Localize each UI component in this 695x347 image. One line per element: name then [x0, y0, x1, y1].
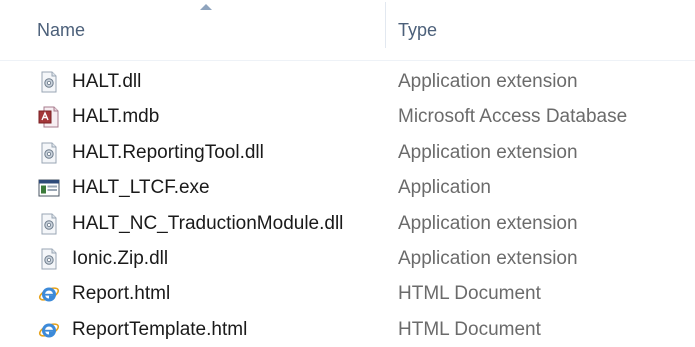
file-name: HALT.ReportingTool.dll [72, 141, 264, 163]
file-name: HALT.dll [72, 71, 142, 92]
file-type: Application extension [398, 141, 578, 163]
file-name: Ionic.Zip.dll [72, 247, 169, 269]
file-type: Application [398, 177, 491, 199]
file-type: Application extension [398, 71, 578, 92]
file-type: Application extension [398, 212, 578, 234]
file-rows: HALT.dll Application extension HALT.mdb … [0, 64, 695, 347]
dll-icon [38, 248, 60, 270]
file-name: HALT.mdb [72, 106, 160, 128]
file-type: HTML Document [398, 283, 541, 305]
file-name: HALT_NC_TraductionModule.dll [72, 212, 344, 234]
column-header-name[interactable]: Name [37, 16, 357, 44]
file-row[interactable]: HALT_NC_TraductionModule.dll Application… [0, 206, 695, 241]
file-row[interactable]: HALT.mdb Microsoft Access Database [0, 99, 695, 134]
file-row[interactable]: Report.html HTML Document [0, 276, 695, 311]
file-type: HTML Document [398, 318, 541, 340]
sort-ascending-icon [200, 4, 212, 10]
file-name: ReportTemplate.html [72, 318, 248, 340]
file-row[interactable]: HALT.ReportingTool.dll Application exten… [0, 135, 695, 170]
file-row[interactable]: Ionic.Zip.dll Application extension [0, 241, 695, 276]
column-divider[interactable] [385, 2, 386, 48]
column-header-type[interactable]: Type [398, 16, 678, 44]
internet-explorer-icon [38, 319, 60, 341]
file-row[interactable]: ReportTemplate.html HTML Document [0, 312, 695, 347]
file-type: Microsoft Access Database [398, 106, 628, 128]
file-list-view: Name Type HALT.dll Application extension [0, 0, 695, 343]
application-exe-icon [38, 177, 60, 199]
dll-icon [38, 213, 60, 235]
file-name: HALT_LTCF.exe [72, 177, 210, 199]
file-row[interactable]: HALT_LTCF.exe Application [0, 170, 695, 205]
dll-icon [38, 142, 60, 164]
access-database-icon [38, 106, 60, 128]
file-name: Report.html [72, 283, 171, 305]
file-type: Application extension [398, 247, 578, 269]
dll-icon [38, 71, 60, 93]
column-header-bar: Name Type [0, 0, 695, 61]
internet-explorer-icon [38, 283, 60, 305]
file-row[interactable]: HALT.dll Application extension [0, 64, 695, 99]
